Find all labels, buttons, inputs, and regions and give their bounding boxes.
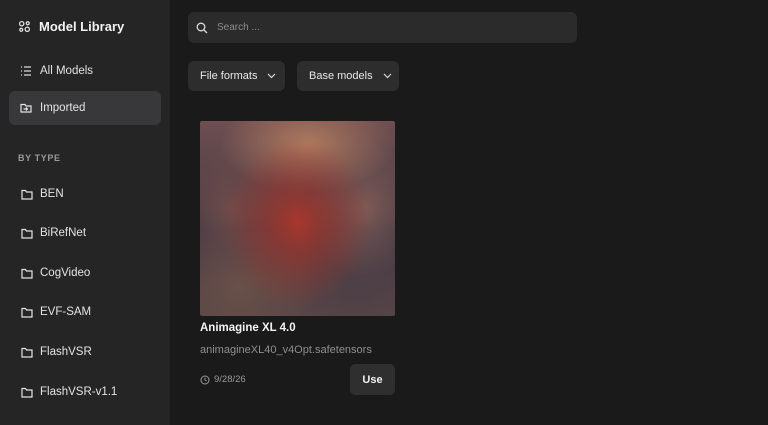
app-title: Model Library xyxy=(39,19,125,34)
dropdown-label: File formats xyxy=(200,70,258,82)
folder-icon xyxy=(21,307,33,318)
use-button[interactable]: Use xyxy=(350,364,395,395)
search-icon xyxy=(196,22,208,34)
type-item-evf-sam[interactable]: EVF-SAM xyxy=(21,306,91,318)
type-label: BEN xyxy=(40,188,64,200)
brand: Model Library xyxy=(18,19,124,34)
sidebar: Model Library All Models Imported BY TYP… xyxy=(0,0,170,425)
models-icon xyxy=(18,20,31,33)
type-item-flashvsr-v1-1[interactable]: FlashVSR-v1.1 xyxy=(21,386,117,398)
list-icon xyxy=(20,65,32,77)
type-label: EVF-SAM xyxy=(40,306,92,318)
type-label: CogVideo xyxy=(40,267,91,279)
base-models-dropdown[interactable]: Base models xyxy=(297,61,399,91)
model-title: Animagine XL 4.0 xyxy=(200,322,296,334)
date-text: 9/28/26 xyxy=(214,374,246,385)
nav-label: Imported xyxy=(40,102,86,114)
folder-icon xyxy=(21,228,33,239)
file-formats-dropdown[interactable]: File formats xyxy=(188,61,285,91)
type-label: BiRefNet xyxy=(40,227,87,239)
chevron-down-icon xyxy=(383,73,392,79)
type-item-ben[interactable]: BEN xyxy=(21,188,64,200)
nav-all-models[interactable]: All Models xyxy=(9,54,161,88)
folder-icon xyxy=(21,189,33,200)
type-item-birefnet[interactable]: BiRefNet xyxy=(21,227,86,239)
model-date: 9/28/26 xyxy=(200,374,246,385)
type-item-cogvideo[interactable]: CogVideo xyxy=(21,267,90,279)
model-card[interactable]: Animagine XL 4.0 animagineXL40_v4Opt.saf… xyxy=(200,121,395,395)
type-label: FlashVSR xyxy=(40,346,92,358)
type-item-flashvsr[interactable]: FlashVSR xyxy=(21,346,92,358)
clock-icon xyxy=(200,375,210,385)
dropdown-label: Base models xyxy=(309,70,373,82)
search-input[interactable] xyxy=(217,22,547,33)
type-label: FlashVSR-v1.1 xyxy=(40,386,118,398)
model-filename: animagineXL40_v4Opt.safetensors xyxy=(200,344,372,356)
folder-icon xyxy=(21,268,33,279)
folder-icon xyxy=(21,387,33,398)
folder-icon xyxy=(21,347,33,358)
search-bar xyxy=(188,12,577,43)
chevron-down-icon xyxy=(267,73,276,79)
section-label: BY TYPE xyxy=(18,153,61,163)
nav-label: All Models xyxy=(40,65,94,77)
nav-imported[interactable]: Imported xyxy=(9,91,161,125)
folder-import-icon xyxy=(20,102,32,114)
model-thumbnail[interactable] xyxy=(200,121,395,316)
